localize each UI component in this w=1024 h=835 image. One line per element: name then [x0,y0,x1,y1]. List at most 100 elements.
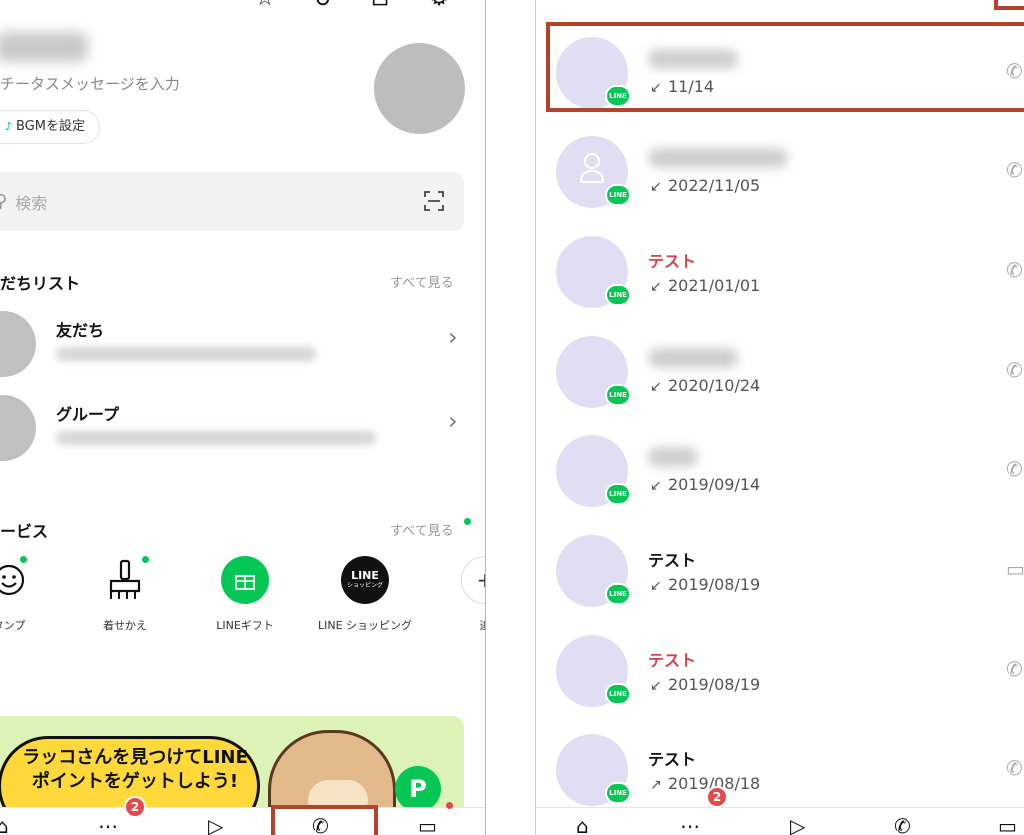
video-call-icon[interactable]: ▭ [1006,557,1024,581]
call-date: ↙ 2019/09/14 [650,475,761,494]
incoming-arrow-icon: ↙ [650,678,662,694]
friends-section-title: だちリスト [0,274,81,293]
service-shopping[interactable]: LINE ショッピング LINE ショッピング [310,556,420,634]
phone-icon[interactable]: ✆ [1006,158,1023,182]
music-icon: ♪ [5,120,13,133]
blurred-name [648,348,738,368]
service-theme[interactable]: 着せかえ [70,556,180,634]
phone-icon[interactable]: ✆ [1006,358,1023,382]
call-date: ↙ 2019/08/19 [650,575,761,594]
groups-row-title: グループ [56,405,120,424]
profile-avatar[interactable] [374,43,465,134]
line-shopping-icon: LINE ショッピング [341,556,389,604]
tab-voom-icon[interactable]: ▷ [208,814,223,835]
incoming-arrow-icon: ↙ [650,578,662,594]
chevron-right-icon: › [448,407,458,435]
call-row[interactable]: LINE テスト ↙ 2021/01/01 ✆ [536,224,1024,323]
call-date: ↙ 2019/08/19 [650,675,761,694]
call-date: ↙ 2022/11/05 [650,176,761,195]
call-row[interactable]: LINE テスト ↙ 2019/08/19 ▭ [536,523,1024,622]
call-tab-highlight [271,805,378,835]
service-label: LINEギフト [216,619,274,632]
blurred-name [648,447,698,467]
incoming-arrow-icon: ↙ [650,179,662,195]
line-badge-icon: LINE [605,483,631,505]
qr-scan-icon[interactable] [424,191,444,211]
news-red-dot [446,802,453,809]
home-header-icons: ☆ ♁ ⊟ ⚙ [255,0,449,11]
line-badge-icon: LINE [605,782,631,804]
outgoing-arrow-icon: ↗ [650,777,662,793]
tab-news-icon[interactable]: ▭ [418,814,437,835]
first-call-highlight [546,22,1024,112]
line-badge-icon: LINE [605,583,631,605]
call-date: ↙ 2021/01/01 [650,276,761,295]
caller-name: テスト [648,551,697,570]
phone-icon[interactable]: ✆ [1006,457,1023,481]
gift-icon [221,556,269,604]
incoming-arrow-icon: ↙ [650,379,662,395]
blurred-name [648,148,788,168]
tab-voom-icon[interactable]: ▷ [790,814,805,835]
caller-name: テスト [648,252,697,271]
line-badge-icon: LINE [605,683,631,705]
services-section-title: ービス [0,522,49,541]
groups-row[interactable]: グループ › [0,395,480,465]
bottom-tabbar: ⌂ ⋯ 2 ▷ ✆ ▭ [0,796,485,835]
caller-name: テスト [648,750,697,769]
services-row: タンプ 着せかえ LINEギフト LINE ショッピング LINE ショッピング… [0,556,485,656]
friends-row-preview [56,347,316,361]
chevron-right-icon: › [448,323,458,351]
add-friend-icon[interactable]: ⊟ [371,0,389,11]
services-see-all-link[interactable]: すべて見る [390,520,454,539]
header-highlight [994,0,1024,10]
tab-news-icon[interactable]: ▭ [998,814,1017,835]
call-row[interactable]: LINE ↙ 2019/09/14 ✆ [536,423,1024,522]
search-placeholder: 検索 [15,193,48,213]
incoming-arrow-icon: ↙ [650,279,662,295]
bgm-button[interactable]: ♪ BGMを設定 [0,110,101,144]
call-date: ↙ 2020/10/24 [650,376,761,395]
service-label: タンプ [0,619,26,632]
call-row[interactable]: LINE ↙ 2020/10/24 ✆ [536,324,1024,423]
chat-badge: 2 [706,786,728,808]
caller-name: テスト [648,651,697,670]
call-date: ↗ 2019/08/18 [650,774,761,793]
search-bar[interactable]: ⚲ 検索 [0,172,464,231]
call-row[interactable]: LINE テスト ↙ 2019/08/19 ✆ [536,623,1024,722]
shopping-icon-text: LINE [351,569,379,582]
call-history-screen: LINE ↙ 11/14 ✆ LINE ↙ 2022/11/05 ✆ LINE テス… [535,0,1024,835]
tab-call-icon[interactable]: ✆ [894,814,911,835]
service-add[interactable]: + 追 [430,556,485,634]
line-badge-icon: LINE [605,284,631,306]
profile-name[interactable] [0,32,88,62]
services-new-dot [464,518,471,525]
friends-row[interactable]: 友だち › [0,311,480,381]
status-message[interactable]: チータスメッセージを入力 [0,73,180,94]
search-icon: ⚲ [0,191,8,212]
phone-icon[interactable]: ✆ [1006,258,1023,282]
avatar [0,395,36,461]
settings-icon[interactable]: ⚙ [429,0,449,11]
bookmark-icon[interactable]: ☆ [255,0,275,11]
bgm-label: BGMを設定 [16,119,86,134]
tab-chat-icon[interactable]: ⋯ [98,814,118,835]
phone-icon[interactable]: ✆ [1006,657,1023,681]
tab-home-icon[interactable]: ⌂ [0,814,9,835]
service-label: LINE ショッピング [317,619,413,632]
friends-see-all-link[interactable]: すべて見る [390,272,454,291]
tab-home-icon[interactable]: ⌂ [576,814,589,835]
avatar [0,311,36,377]
line-badge-icon: LINE [605,184,631,206]
new-dot [142,556,149,563]
notification-icon[interactable]: ♁ [315,0,331,11]
tab-chat-icon[interactable]: ⋯ [680,814,700,835]
phone-icon[interactable]: ✆ [1006,756,1023,780]
call-row[interactable]: LINE ↙ 2022/11/05 ✆ [536,124,1024,223]
service-gift[interactable]: LINEギフト [190,556,300,634]
sticker-icon [0,556,33,604]
service-sticker[interactable]: タンプ [0,556,64,634]
new-dot [20,556,27,563]
shopping-icon-subtext: ショッピング [346,582,383,589]
default-person-icon [580,153,604,183]
